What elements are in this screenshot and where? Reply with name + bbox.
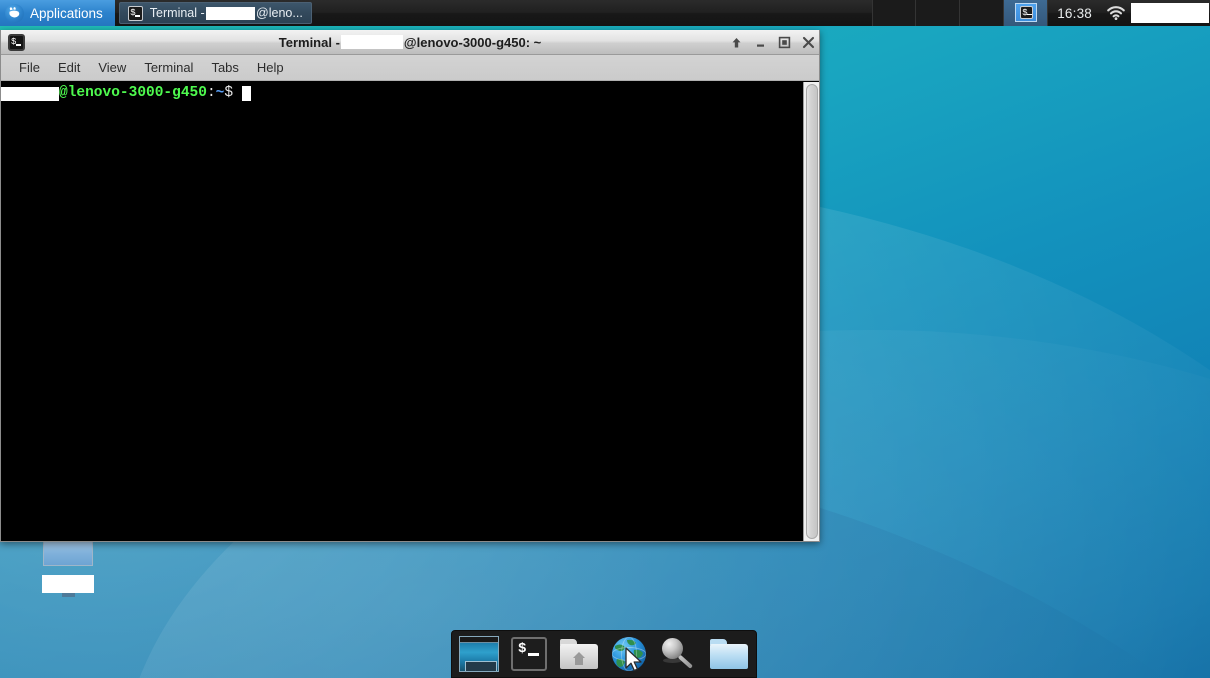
menu-item-view[interactable]: View (89, 57, 135, 78)
house-base (575, 658, 583, 665)
minimize-button[interactable] (753, 35, 767, 51)
desktop-icon-glyph (43, 538, 93, 566)
terminal-icon (8, 33, 25, 51)
terminal-content[interactable]: @lenovo-3000-g450: ~ $ (1, 82, 803, 541)
taskbar-label-prefix: Terminal - (149, 6, 205, 20)
dock-item-web-browser[interactable] (608, 635, 650, 673)
menu-item-tabs[interactable]: Tabs (202, 57, 247, 78)
taskbar-label-suffix: @leno... (256, 6, 303, 20)
workspace-1[interactable] (872, 0, 917, 26)
dock: $ (451, 630, 757, 678)
window-title-suffix: @lenovo-3000-g450: ~ (403, 34, 542, 50)
panel-redaction-block (1131, 3, 1209, 23)
desktop-icon-stand (61, 593, 75, 597)
taskbar-button-terminal[interactable]: Terminal - @leno... (118, 2, 312, 24)
dock-item-search[interactable] (658, 635, 700, 673)
shade-button[interactable] (729, 35, 743, 51)
workspace-4[interactable] (1004, 0, 1049, 26)
applications-menu-button[interactable]: Applications (0, 0, 115, 26)
terminal-icon: $ (511, 637, 547, 671)
terminal-prompt-host: @lenovo-3000-g450 (59, 85, 207, 101)
menu-item-edit[interactable]: Edit (49, 57, 89, 78)
panel-spacer (315, 0, 872, 26)
menu-item-terminal[interactable]: Terminal (135, 57, 202, 78)
maximize-button[interactable] (777, 35, 791, 51)
terminal-body[interactable]: @lenovo-3000-g450: ~ $ (1, 81, 819, 541)
taskbar-username-redaction (205, 6, 256, 20)
taskbar-button-label: Terminal - @leno... (150, 6, 303, 20)
menu-item-file[interactable]: File (10, 57, 49, 78)
web-browser-icon (612, 637, 646, 672)
clock-label: 16:38 (1057, 5, 1092, 21)
file-manager-icon (710, 639, 748, 669)
menu-item-help[interactable]: Help (248, 57, 293, 78)
terminal-prompt-colon: : (206, 85, 216, 101)
terminal-icon (1019, 6, 1033, 20)
workspace-switcher (872, 0, 1049, 26)
terminal-cursor (242, 86, 252, 101)
show-desktop-icon (459, 636, 499, 672)
top-panel: Applications Terminal - @leno... 16:38 (0, 0, 1210, 26)
terminal-prompt-sigil: $ (224, 85, 234, 101)
terminal-prompt-line: @lenovo-3000-g450: ~ $ (1, 85, 803, 102)
dock-item-home[interactable] (558, 635, 600, 673)
dock-item-show-desktop[interactable] (458, 635, 500, 673)
vertical-scrollbar[interactable] (803, 82, 819, 541)
xfce-mouse-icon (5, 3, 24, 23)
close-button[interactable] (801, 35, 815, 51)
terminal-prompt-path: ~ (215, 85, 225, 101)
menu-bar: File Edit View Terminal Tabs Help (1, 55, 819, 81)
magnifier-lens (662, 638, 683, 659)
terminal-dollar-glyph: $ (518, 641, 527, 657)
home-folder-icon (560, 639, 598, 669)
terminal-cursor-glyph (528, 653, 539, 656)
desktop-icon-label-redaction (42, 575, 94, 593)
screen: Applications Terminal - @leno... 16:38 (0, 0, 1210, 678)
search-icon (661, 638, 697, 670)
terminal-icon (127, 5, 143, 21)
workspace-3[interactable] (960, 0, 1005, 26)
window-buttons (729, 30, 815, 55)
workspace-2[interactable] (916, 0, 961, 26)
window-title-prefix: Terminal - (278, 34, 340, 50)
desktop-icon[interactable] (42, 538, 94, 597)
wifi-signal-icon[interactable] (1101, 0, 1131, 26)
applications-menu-label: Applications (30, 5, 103, 21)
folder-body (710, 644, 748, 669)
task-list: Terminal - @leno... (115, 0, 315, 26)
dock-item-terminal[interactable]: $ (508, 635, 550, 673)
workspace-window-terminal-icon (1015, 3, 1038, 22)
window-title-username-redaction (340, 35, 403, 49)
window-titlebar[interactable]: Terminal - @lenovo-3000-g450: ~ (1, 30, 819, 55)
clock[interactable]: 16:38 (1048, 0, 1101, 26)
scrollbar-thumb[interactable] (806, 84, 818, 539)
dock-item-file-manager[interactable] (708, 635, 750, 673)
terminal-username-redaction (1, 86, 59, 101)
terminal-window[interactable]: Terminal - @lenovo-3000-g450: ~ (0, 30, 820, 542)
window-title: Terminal - @lenovo-3000-g450: ~ (1, 35, 819, 50)
